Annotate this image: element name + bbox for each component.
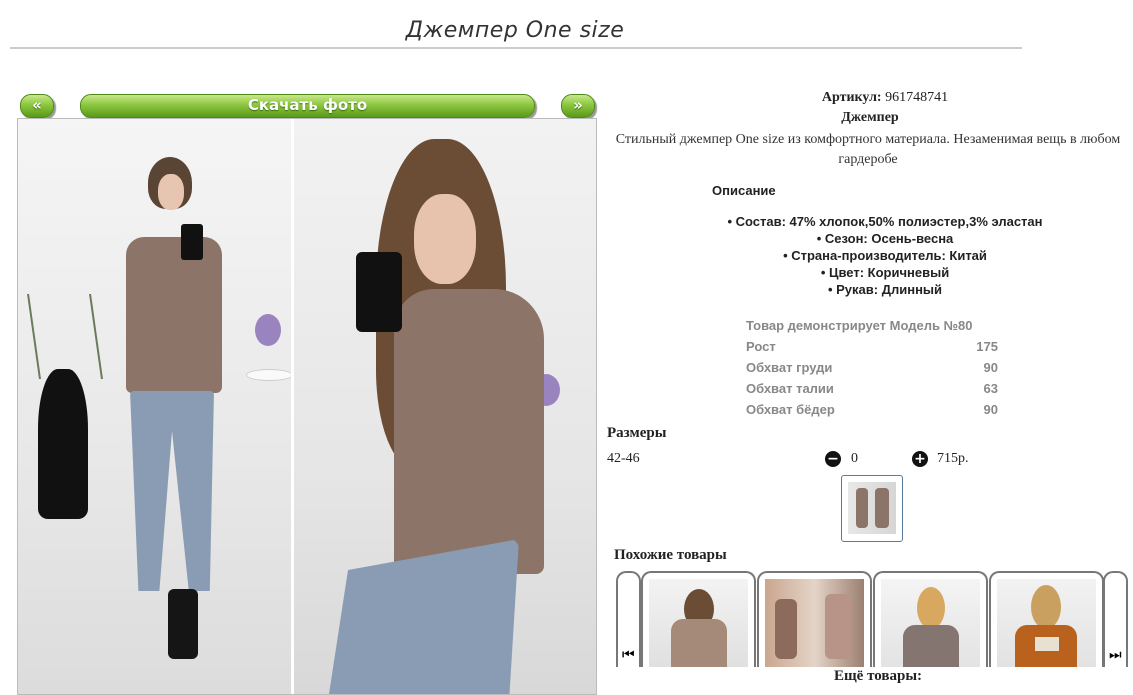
model-row-value: 175 [976, 339, 998, 354]
thumbnail-figure [875, 488, 889, 528]
similar-item-image [997, 579, 1096, 667]
carousel-next-button[interactable]: ⏭ [1103, 571, 1128, 667]
plant-shape [27, 294, 103, 379]
jeans-shape [130, 391, 214, 591]
quantity-value: 0 [851, 451, 858, 466]
model-row-label: Рост [746, 339, 776, 354]
phone-shape [181, 224, 203, 260]
jeans-shape [329, 539, 519, 694]
sweater-shape [903, 625, 959, 667]
property-item: • Страна-производитель: Китай [783, 248, 987, 263]
minus-circle-icon[interactable]: − [825, 451, 841, 467]
sku-line: Артикул: 961748741 [607, 90, 1133, 106]
sweater-shape [126, 237, 222, 393]
next-photo-button[interactable]: » [561, 94, 595, 118]
photo-left-panel [18, 119, 293, 694]
figure-shape [825, 594, 851, 659]
model-row: Обхват талии 63 [746, 378, 998, 399]
sizes-heading: Размеры [607, 425, 667, 441]
description-heading: Описание [712, 183, 776, 198]
model-row-label: Обхват бёдер [746, 402, 835, 417]
hair-shape [917, 587, 945, 629]
similar-heading: Похожие товары [614, 547, 727, 563]
model-row-value: 90 [983, 402, 998, 417]
price-value: 715р. [937, 451, 969, 466]
similar-item[interactable] [757, 571, 872, 667]
size-label: 42-46 [607, 451, 640, 466]
model-row-value: 90 [983, 360, 998, 375]
print-shape [1035, 637, 1059, 651]
hair-shape [1031, 585, 1061, 629]
product-photo [17, 118, 597, 695]
property-item: • Рукав: Длинный [827, 282, 943, 297]
vase-shape [38, 369, 88, 519]
skip-back-icon: ⏮ [622, 647, 635, 663]
model-row-label: Обхват груди [746, 360, 833, 375]
figure-shape [775, 599, 797, 659]
product-description: Стильный джемпер One size из комфортного… [615, 132, 1121, 167]
similar-item-image [765, 579, 864, 667]
properties-list: • Состав: 47% хлопок,50% полиэстер,3% эл… [700, 213, 1070, 298]
similar-item-image [649, 579, 748, 667]
sku-label: Артикул: [821, 90, 882, 105]
model-row: Обхват груди 90 [746, 357, 998, 378]
thumbnail-image [848, 482, 896, 534]
thumbnail-figure [856, 488, 868, 528]
skip-forward-icon: ⏭ [1109, 647, 1122, 663]
title-divider [10, 47, 1022, 49]
sku-value: 961748741 [885, 90, 949, 105]
size-row: 42-46 − 0 + 715р. [607, 451, 987, 471]
model-row: Обхват бёдер 90 [746, 399, 998, 420]
model-row-label: Обхват талии [746, 381, 834, 396]
more-heading: Ещё товары: [834, 668, 923, 684]
model-table: Товар демонстрирует Модель №80 Рост 175 О… [746, 315, 998, 420]
sweater-shape [671, 619, 727, 667]
product-name: Джемпер [841, 110, 899, 125]
selected-thumbnail[interactable] [841, 475, 903, 542]
similar-carousel: ⏮ ⏭ [616, 571, 1128, 667]
sweater-shape [394, 289, 544, 574]
model-row: Рост 175 [746, 336, 998, 357]
similar-item-image [881, 579, 980, 667]
boot-shape [168, 589, 198, 659]
similar-item[interactable] [641, 571, 756, 667]
phone-shape [356, 252, 402, 332]
flowers-shape [255, 314, 281, 346]
similar-item[interactable] [989, 571, 1104, 667]
photo-right-panel [294, 119, 596, 694]
plus-circle-icon[interactable]: + [912, 451, 928, 467]
property-item: • Состав: 47% хлопок,50% полиэстер,3% эл… [727, 214, 1043, 229]
similar-item[interactable] [873, 571, 988, 667]
property-item: • Сезон: Осень-весна [816, 231, 954, 246]
face-shape [158, 174, 184, 210]
page-title: Джемпер One size [405, 18, 625, 43]
carousel-prev-button[interactable]: ⏮ [616, 571, 641, 667]
side-table-shape [246, 369, 293, 381]
model-heading: Товар демонстрирует Модель №80 [746, 318, 973, 333]
prev-photo-button[interactable]: « [20, 94, 54, 118]
download-photo-button[interactable]: Скачать фото [80, 94, 535, 118]
face-shape [414, 194, 476, 284]
model-row-value: 63 [983, 381, 998, 396]
property-item: • Цвет: Коричневый [820, 265, 950, 280]
